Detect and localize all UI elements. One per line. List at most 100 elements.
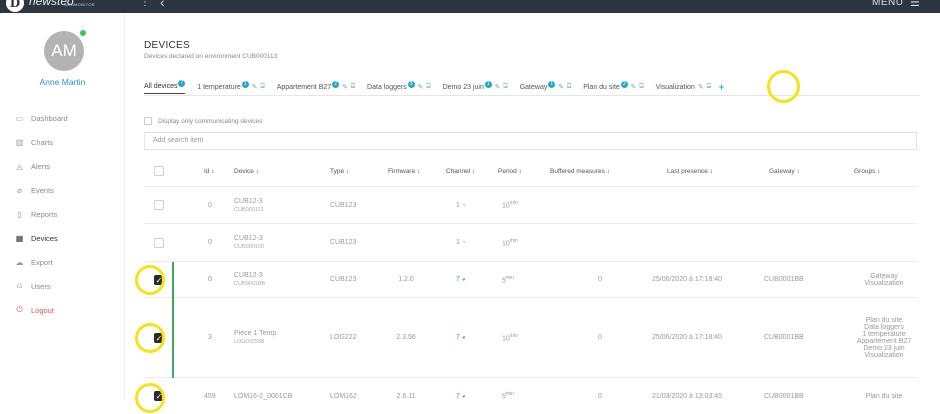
hamburger-icon[interactable]: ☰ <box>910 0 920 9</box>
header-label: Last presence <box>667 167 708 175</box>
tab-all-devices[interactable]: All devices 7 <box>144 80 186 94</box>
sidebar-item-devices[interactable]: ▦ Devices <box>14 226 68 250</box>
communicating-filter[interactable]: Display only communicating devices <box>144 117 262 125</box>
header-label: Groups <box>854 167 876 175</box>
select-all-checkbox[interactable] <box>154 166 164 176</box>
table-row[interactable]: ✓ 0 CUB12-3 CUB0001BB CUB123 1.2.0 7 ◕ 5mi… <box>144 262 917 298</box>
avatar[interactable]: AM <box>44 31 84 71</box>
pencil-icon[interactable]: ✎ <box>558 83 564 91</box>
header-label: Firmware <box>388 167 416 175</box>
header-gateway[interactable]: Gateway ↕ <box>769 156 800 186</box>
highlight-ring <box>767 70 800 103</box>
row-channel: 1 ◔ <box>456 187 466 223</box>
add-tab-button[interactable]: + <box>719 80 724 94</box>
sidebar-item-reports[interactable]: ▯ Reports <box>14 202 68 226</box>
row-period: 5min <box>502 262 514 297</box>
communicating-checkbox[interactable] <box>144 117 152 125</box>
row-buffered: 0 <box>598 392 602 400</box>
sort-icon: ↕ <box>472 167 476 175</box>
row-checkbox[interactable] <box>154 237 164 248</box>
sort-icon: ↕ <box>211 167 215 175</box>
tab-plan-du-site[interactable]: Plan du site 3 ✎ ⍈ <box>583 80 644 94</box>
row-buffered <box>550 224 650 261</box>
export-icon[interactable]: ⍈ <box>639 83 643 91</box>
sidebar-item-label: Devices <box>31 233 58 243</box>
tab-visualization[interactable]: Visualization ✎ ⍈ <box>656 80 711 94</box>
pencil-icon[interactable]: ✎ <box>495 83 501 91</box>
table-row[interactable]: ✓ 459 LOM16-2_0001CB LOM162 2.6.11 7 ◕ 5m… <box>144 378 917 414</box>
table-row[interactable]: 0 CUB12-3 CUB000109 CUB123 1 ◔ 10min <box>144 224 917 262</box>
group-tabs: All devices 7 1 temperature 1 ✎ ⍈ Appart… <box>144 80 736 96</box>
bell-icon: ◬ <box>16 161 23 171</box>
tab-count-badge: 2 <box>332 80 339 88</box>
user-name[interactable]: Anne Martin <box>0 77 125 87</box>
row-period: 5min <box>502 378 514 414</box>
header-label: Buffered measures <box>550 167 605 175</box>
row-type: LOM162 <box>330 392 357 400</box>
sidebar-item-logout[interactable]: ⏻ Logout <box>14 298 68 322</box>
sidebar-item-alerts[interactable]: ◬ Alerts <box>14 154 68 178</box>
tab-label: 1 temperature <box>197 83 241 91</box>
period-unit: min <box>509 332 518 339</box>
row-device[interactable]: Piece 1 Temp. LOG00255B <box>234 298 278 377</box>
export-icon[interactable]: ⍈ <box>351 83 355 91</box>
sidebar-item-label: Alerts <box>31 161 51 171</box>
header-id[interactable]: Id ↕ <box>204 156 214 186</box>
row-device[interactable]: CUB12-3 CUB000109 <box>234 224 264 261</box>
export-icon[interactable]: ⍈ <box>707 83 711 91</box>
table-row[interactable]: ✓ 3 Piece 1 Temp. LOG00255B LOG222 2.3.56… <box>144 298 917 378</box>
table-row[interactable]: 0 CUB12-3 CUB000113 CUB123 1 ◔ 10min <box>144 187 917 224</box>
export-icon[interactable]: ⍈ <box>567 83 571 91</box>
pencil-icon[interactable]: ✎ <box>252 83 258 91</box>
tab-appartement-b27[interactable]: Appartement B27 2 ✎ ⍈ <box>277 80 355 94</box>
sort-icon: ↕ <box>709 167 713 175</box>
device-name: CUB12-3 <box>234 272 263 279</box>
export-icon[interactable]: ⍈ <box>504 83 508 91</box>
sidebar-item-charts[interactable]: ▥ Charts <box>14 130 68 154</box>
row-buffered <box>550 187 650 223</box>
export-icon[interactable]: ⍈ <box>261 83 265 91</box>
tab-gateway[interactable]: Gateway 1 ✎ ⍈ <box>520 80 571 94</box>
selection-indicator <box>172 262 174 378</box>
header-firmware[interactable]: Firmware ↕ <box>388 156 420 186</box>
header-type[interactable]: Type ↕ <box>330 156 349 186</box>
sort-icon: ↕ <box>606 167 610 175</box>
header-period[interactable]: Period ↕ <box>498 156 522 186</box>
header-groups[interactable]: Groups ↕ <box>854 156 880 186</box>
online-status-icon <box>80 30 86 36</box>
pencil-icon[interactable]: ✎ <box>698 83 704 91</box>
chevron-left-icon[interactable]: ‹ <box>160 0 165 9</box>
page-title: DEVICES <box>144 40 191 51</box>
row-checkbox[interactable] <box>154 200 164 210</box>
menu-label[interactable]: MENU <box>872 0 903 9</box>
device-name: Piece 1 Temp. <box>234 330 279 337</box>
pencil-icon[interactable]: ✎ <box>418 83 424 91</box>
tabs-divider <box>144 95 920 96</box>
pencil-icon[interactable]: ✎ <box>631 83 637 91</box>
kebab-menu-icon[interactable]: ⋮ <box>140 0 150 9</box>
header-channel[interactable]: Channel ↕ <box>446 156 475 186</box>
device-name: CUB12-3 <box>234 197 263 205</box>
group-label: Data loggers <box>864 323 904 331</box>
pencil-icon[interactable]: ✎ <box>342 83 348 91</box>
tab-1-temperature[interactable]: 1 temperature 1 ✎ ⍈ <box>197 80 265 94</box>
export-icon[interactable]: ⍈ <box>426 83 430 91</box>
row-device[interactable]: CUB12-3 CUB0001BB <box>234 262 265 297</box>
sidebar-item-users[interactable]: ⍝ Users <box>14 274 68 298</box>
sidebar-item-export[interactable]: ☁ Export <box>14 250 68 274</box>
sidebar-item-dashboard[interactable]: ▭ Dashboard <box>14 106 68 130</box>
row-id: 0 <box>208 239 212 246</box>
row-device[interactable]: LOM16-2_0001CB <box>234 378 292 414</box>
tab-data-loggers[interactable]: Data loggers 3 ✎ ⍈ <box>367 80 431 94</box>
sidebar-item-events[interactable]: ⌀ Events <box>14 178 68 202</box>
row-period: 10min <box>502 187 518 223</box>
header-last-presence[interactable]: Last presence ↕ <box>667 156 713 186</box>
tab-demo-23-juin[interactable]: Demo 23 juin 1 ✎ ⍈ <box>443 80 508 94</box>
select-all-cell <box>144 156 174 186</box>
row-device[interactable]: CUB12-3 CUB000113 <box>234 187 264 223</box>
header-buffered[interactable]: Buffered measures ↕ <box>550 156 610 186</box>
header-device[interactable]: Device ↕ <box>234 156 259 186</box>
tab-label: Visualization <box>655 83 695 91</box>
signal-icon: ◔ <box>461 240 466 246</box>
search-input[interactable]: Add search item <box>144 132 917 150</box>
